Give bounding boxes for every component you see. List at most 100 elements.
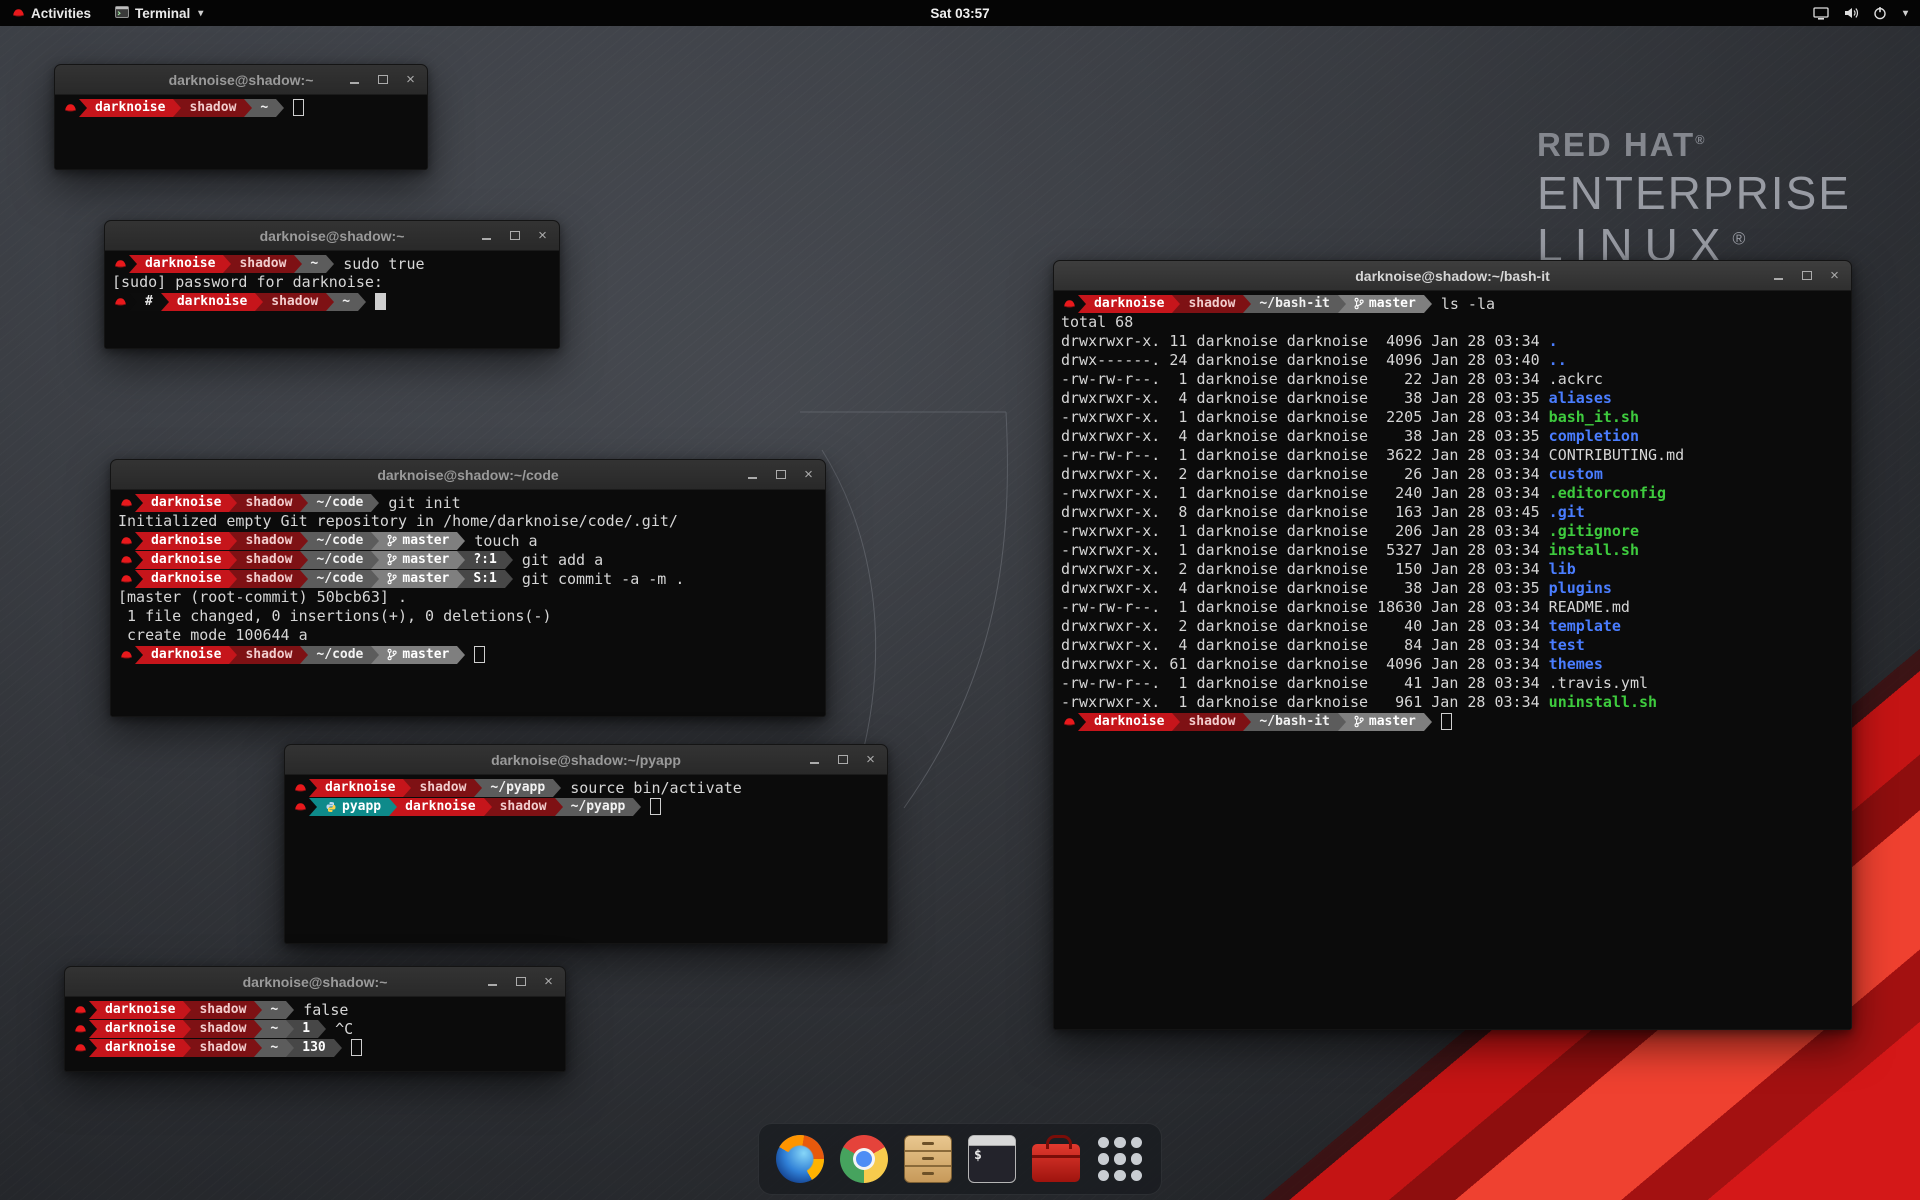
maximize-button[interactable] bbox=[507, 228, 522, 244]
file-meta: drwx------. 24 darknoise darknoise 4096 … bbox=[1061, 351, 1549, 369]
close-button[interactable]: × bbox=[863, 752, 878, 768]
terminal-body[interactable]: darknoiseshadow~/pyappsource bin/activat… bbox=[285, 775, 887, 943]
prompt-segment-path: ~/pyapp bbox=[563, 798, 634, 816]
minimize-button[interactable] bbox=[807, 752, 822, 768]
file-name: themes bbox=[1549, 655, 1603, 673]
chevron-down-icon[interactable]: ▾ bbox=[1903, 8, 1908, 19]
powerline-arrow bbox=[309, 798, 317, 816]
powerline-arrow bbox=[457, 551, 465, 569]
file-row: drwxrwxr-x. 2 darknoise darknoise 40 Jan… bbox=[1061, 617, 1844, 636]
terminal-body[interactable]: darknoiseshadow~sudo true[sudo] password… bbox=[105, 251, 559, 348]
file-name: bash_it.sh bbox=[1549, 408, 1639, 426]
powerline-arrow bbox=[183, 1001, 191, 1019]
prompt-segment-user: darknoise bbox=[87, 99, 173, 117]
prompt-segment-host: shadow bbox=[237, 494, 300, 512]
close-button[interactable]: × bbox=[403, 72, 418, 88]
prompt-segment-path: ~ bbox=[334, 293, 358, 311]
dock-item-app-grid[interactable] bbox=[1093, 1132, 1147, 1186]
dock-item-chrome[interactable] bbox=[837, 1132, 891, 1186]
minimize-button[interactable] bbox=[1771, 268, 1786, 284]
powerline-arrow bbox=[229, 494, 237, 512]
prompt-line: darknoiseshadow~/codemaster?:1git add a bbox=[118, 550, 818, 569]
terminal-window: darknoise@shadow:~×darknoiseshadow~false… bbox=[64, 966, 566, 1072]
maximize-button[interactable] bbox=[1799, 268, 1814, 284]
clock[interactable]: Sat 03:57 bbox=[0, 6, 1920, 21]
chevron-down-icon: ▾ bbox=[198, 8, 203, 19]
prompt-segment-host: shadow bbox=[492, 798, 555, 816]
prompt-line: darknoiseshadow~130 bbox=[72, 1038, 558, 1057]
dock-item-terminal[interactable] bbox=[965, 1132, 1019, 1186]
minimize-icon bbox=[1774, 278, 1783, 280]
terminal-icon bbox=[968, 1135, 1016, 1183]
activities-button[interactable]: Activities bbox=[0, 0, 103, 26]
minimize-button[interactable] bbox=[745, 467, 760, 483]
dock-item-firefox[interactable] bbox=[773, 1132, 827, 1186]
prompt-segment-git: master bbox=[379, 551, 457, 569]
terminal-body[interactable]: darknoiseshadow~falsedarknoiseshadow~1^C… bbox=[65, 997, 565, 1071]
redhat-icon bbox=[1061, 295, 1078, 313]
window-titlebar[interactable]: darknoise@shadow:~/code× bbox=[111, 460, 825, 490]
dock-item-files[interactable] bbox=[901, 1132, 955, 1186]
powerline-arrow bbox=[1078, 295, 1086, 313]
chrome-icon bbox=[840, 1135, 888, 1183]
window-titlebar[interactable]: darknoise@shadow:~/pyapp× bbox=[285, 745, 887, 775]
powerline-arrow bbox=[129, 293, 137, 311]
powerline-arrow bbox=[484, 798, 492, 816]
window-titlebar[interactable]: darknoise@shadow:~× bbox=[105, 221, 559, 251]
minimize-button[interactable] bbox=[485, 974, 500, 990]
powerline-arrow bbox=[457, 532, 465, 550]
volume-icon[interactable] bbox=[1843, 6, 1859, 20]
powerline-arrow bbox=[371, 532, 379, 550]
prompt-line: darknoiseshadow~1^C bbox=[72, 1019, 558, 1038]
prompt-segment-host: shadow bbox=[181, 99, 244, 117]
close-button[interactable]: × bbox=[1827, 268, 1842, 284]
prompt-segment-host: shadow bbox=[231, 255, 294, 273]
terminal-output-line: total 68 bbox=[1061, 313, 1844, 332]
maximize-icon bbox=[378, 75, 388, 84]
powerline-arrow bbox=[553, 779, 561, 797]
file-row: -rwxrwxr-x. 1 darknoise darknoise 240 Ja… bbox=[1061, 484, 1844, 503]
file-row: -rwxrwxr-x. 1 darknoise darknoise 2205 J… bbox=[1061, 408, 1844, 427]
close-button[interactable]: × bbox=[801, 467, 816, 483]
terminal-body[interactable]: darknoiseshadow~/bash-itmasterls -latota… bbox=[1054, 291, 1851, 1029]
file-meta: -rwxrwxr-x. 1 darknoise darknoise 206 Ja… bbox=[1061, 522, 1549, 540]
window-title: darknoise@shadow:~/pyapp bbox=[285, 752, 887, 768]
window-titlebar[interactable]: darknoise@shadow:~× bbox=[55, 65, 427, 95]
window-title: darknoise@shadow:~/bash-it bbox=[1054, 268, 1851, 284]
file-row: drwxrwxr-x. 11 darknoise darknoise 4096 … bbox=[1061, 332, 1844, 351]
app-menu[interactable]: Terminal ▾ bbox=[103, 0, 215, 26]
minimize-button[interactable] bbox=[479, 228, 494, 244]
minimize-button[interactable] bbox=[347, 72, 362, 88]
prompt-line: darknoiseshadow~/codemasterS:1git commit… bbox=[118, 569, 818, 588]
maximize-button[interactable] bbox=[375, 72, 390, 88]
terminal-output-line: Initialized empty Git repository in /hom… bbox=[118, 512, 818, 531]
file-name: .ackrc bbox=[1549, 370, 1603, 388]
power-icon[interactable] bbox=[1873, 6, 1887, 20]
redhat-icon bbox=[112, 255, 129, 273]
prompt-segment-host: shadow bbox=[191, 1001, 254, 1019]
window-titlebar[interactable]: darknoise@shadow:~/bash-it× bbox=[1054, 261, 1851, 291]
powerline-arrow bbox=[244, 99, 252, 117]
file-name: template bbox=[1549, 617, 1621, 635]
powerline-arrow bbox=[254, 1039, 262, 1057]
powerline-arrow bbox=[358, 293, 366, 311]
powerline-arrow bbox=[286, 1001, 294, 1019]
redhat-icon bbox=[118, 646, 135, 664]
command-text: ^C bbox=[335, 1020, 353, 1038]
maximize-button[interactable] bbox=[835, 752, 850, 768]
maximize-button[interactable] bbox=[513, 974, 528, 990]
file-meta: drwxrwxr-x. 4 darknoise darknoise 38 Jan… bbox=[1061, 579, 1549, 597]
terminal-body[interactable]: darknoiseshadow~ bbox=[55, 95, 427, 169]
file-row: drwxrwxr-x. 2 darknoise darknoise 26 Jan… bbox=[1061, 465, 1844, 484]
terminal-body[interactable]: darknoiseshadow~/codegit initInitialized… bbox=[111, 490, 825, 716]
prompt-segment-path: ~/code bbox=[308, 570, 371, 588]
terminal-output-line: [sudo] password for darknoise: bbox=[112, 273, 552, 292]
screen-icon[interactable] bbox=[1813, 7, 1829, 20]
window-titlebar[interactable]: darknoise@shadow:~× bbox=[65, 967, 565, 997]
powerline-arrow bbox=[371, 494, 379, 512]
powerline-arrow bbox=[135, 494, 143, 512]
dock-item-toolbox[interactable] bbox=[1029, 1132, 1083, 1186]
maximize-button[interactable] bbox=[773, 467, 788, 483]
close-button[interactable]: × bbox=[541, 974, 556, 990]
close-button[interactable]: × bbox=[535, 228, 550, 244]
